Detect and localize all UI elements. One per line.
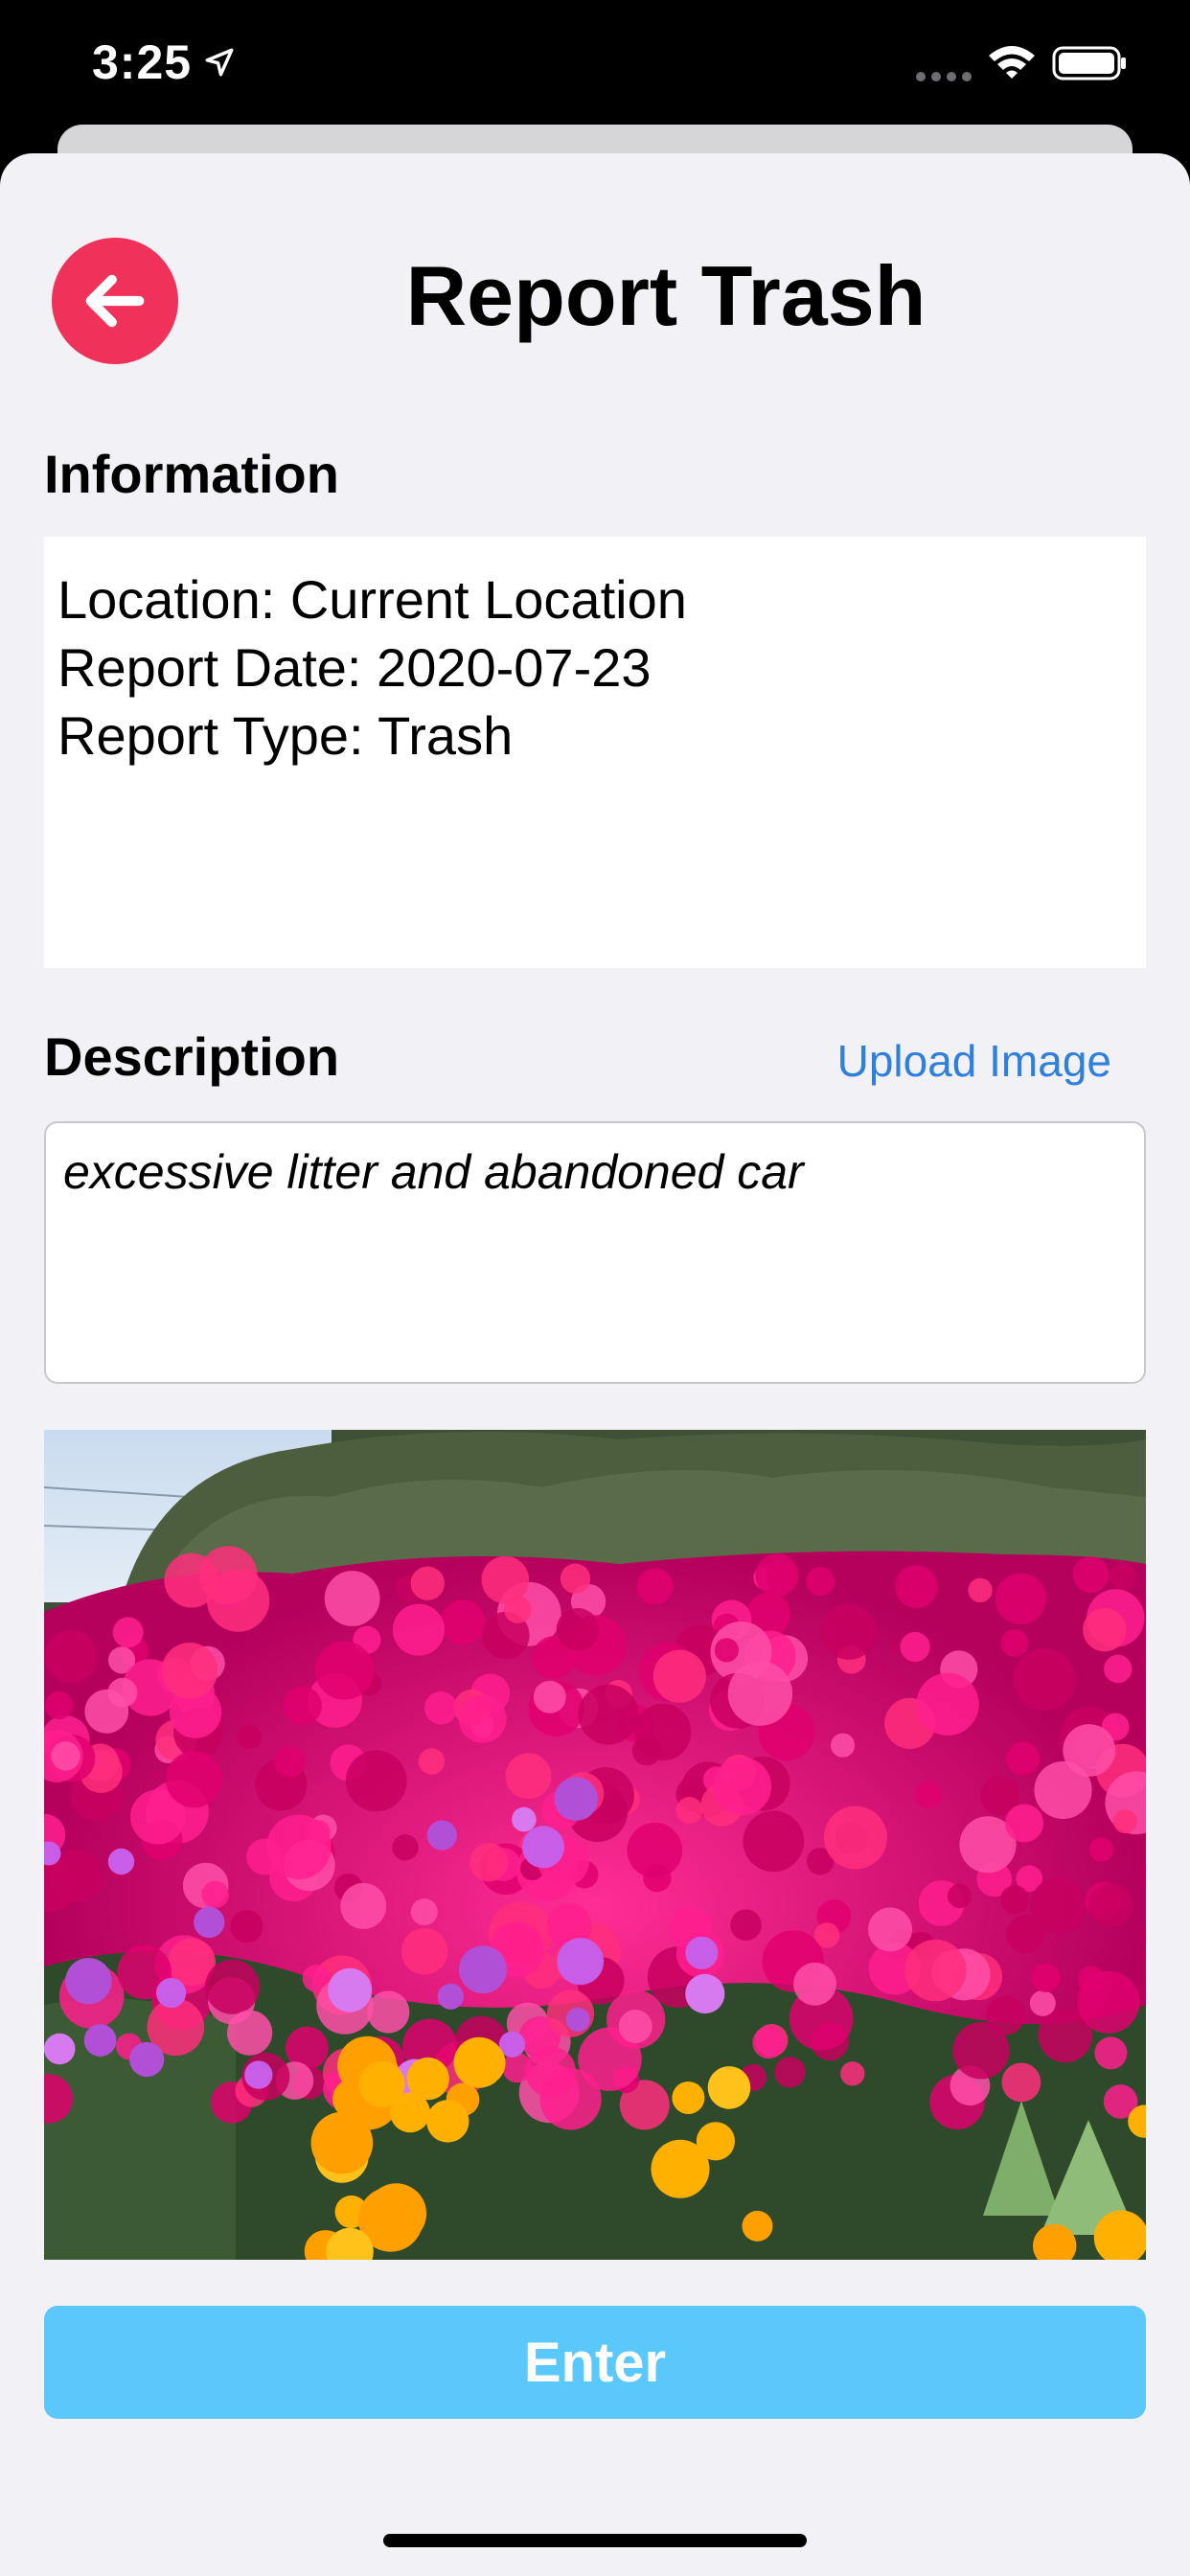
report-date-line: Report Date: 2020-07-23 <box>57 637 652 698</box>
location-line: Location: Current Location <box>57 569 687 630</box>
battery-icon <box>1052 46 1126 80</box>
wifi-icon <box>989 46 1035 79</box>
information-box: Location: Current Location Report Date: … <box>44 537 1146 968</box>
arrow-left-icon <box>85 274 145 328</box>
report-type-line: Report Type: Trash <box>57 705 514 766</box>
information-heading: Information <box>44 444 339 504</box>
status-time: 3:25 <box>92 35 193 89</box>
enter-button[interactable]: Enter <box>44 2306 1146 2419</box>
description-input[interactable]: excessive litter and abandoned car <box>44 1121 1146 1384</box>
home-indicator <box>383 2534 807 2547</box>
status-bar: 3:25 <box>0 0 1190 134</box>
upload-image-link[interactable]: Upload Image <box>837 1035 1111 1087</box>
description-heading: Description <box>44 1026 340 1087</box>
location-arrow-icon <box>205 48 234 77</box>
page-title: Report Trash <box>405 248 927 343</box>
back-button[interactable] <box>52 238 178 364</box>
uploaded-photo <box>44 1430 1146 2260</box>
cellular-signal-icon <box>916 72 972 81</box>
